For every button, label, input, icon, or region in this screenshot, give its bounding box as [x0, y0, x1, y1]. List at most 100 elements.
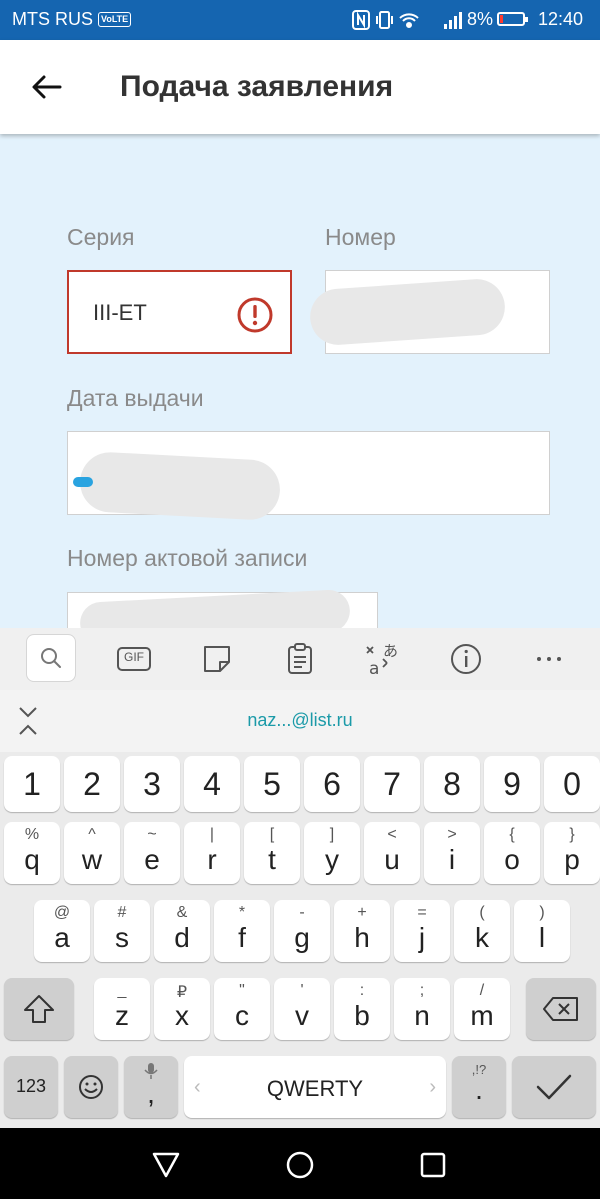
key-label: z [115, 1000, 129, 1031]
key-5[interactable]: 5 [244, 756, 300, 812]
key-n[interactable]: ; n [394, 978, 450, 1040]
key-p[interactable]: } p [544, 822, 600, 884]
key-2[interactable]: 2 [64, 756, 120, 812]
key-alt-label: ^ [88, 826, 96, 843]
key-z[interactable]: _ z [94, 978, 150, 1040]
back-nav-icon[interactable] [149, 1148, 183, 1182]
key-9[interactable]: 9 [484, 756, 540, 812]
key-alt-label: & [176, 904, 188, 921]
home-nav-icon[interactable] [283, 1148, 317, 1182]
key-k[interactable]: (k [454, 900, 510, 962]
key-y[interactable]: ] y [304, 822, 360, 884]
key-label: w [81, 844, 103, 875]
text-cursor-handle[interactable] [73, 477, 93, 487]
key-0[interactable]: 0 [544, 756, 600, 812]
redaction-scribble [78, 450, 282, 522]
key-alt-label: } [569, 826, 575, 843]
key-x[interactable]: ₽ x [154, 978, 210, 1040]
info-icon [451, 644, 481, 674]
key-label: c [235, 1000, 249, 1031]
key-m[interactable]: / m [454, 978, 510, 1040]
key-d[interactable]: & d [154, 900, 210, 962]
suggestion-strip: naz...@list.ru [0, 690, 600, 752]
key-7[interactable]: 7 [364, 756, 420, 812]
battery-percent: 8% [467, 9, 494, 29]
key-alt-label: @ [53, 904, 71, 921]
key-label: f [238, 922, 246, 953]
key-l[interactable]: ) l [514, 900, 570, 962]
key-label: , [147, 1078, 155, 1109]
key-label: 7 [383, 766, 401, 802]
clipboard-icon [288, 643, 312, 674]
key-label: 123 [15, 1076, 47, 1096]
key-a[interactable]: @ a [34, 900, 90, 962]
shift-key[interactable] [4, 978, 74, 1040]
key-alt-label: # [117, 904, 127, 921]
navigation-bar [0, 1128, 600, 1199]
key-g[interactable]: -g [274, 900, 330, 962]
period-key[interactable]: ,!?. [452, 1056, 506, 1118]
more-button[interactable] [524, 636, 574, 682]
key-e[interactable]: ~ e [124, 822, 180, 884]
key-b[interactable]: :b [334, 978, 390, 1040]
svg-text:あ: あ [383, 642, 398, 660]
gif-button[interactable]: GIF [109, 636, 159, 682]
signal-icon [444, 12, 462, 29]
key-alt-label: ~ [147, 826, 157, 843]
application-form: Серия III-ЕТ Номер Дата выдачи Номер акт… [0, 134, 600, 628]
emoji-key[interactable] [64, 1056, 118, 1118]
key-h[interactable]: + h [334, 900, 390, 962]
enter-key[interactable] [512, 1056, 596, 1118]
key-4[interactable]: 4 [184, 756, 240, 812]
key-1[interactable]: 1 [4, 756, 60, 812]
key-label: t [268, 844, 276, 875]
search-icon [41, 648, 61, 668]
back-arrow-icon[interactable] [28, 68, 66, 106]
backspace-key[interactable] [526, 978, 596, 1040]
key-label: 6 [323, 766, 341, 802]
space-key[interactable]: QWERTY ‹ › [184, 1056, 446, 1118]
translate-button[interactable]: あa [358, 636, 408, 682]
key-label: 3 [143, 766, 161, 802]
key-w[interactable]: ^ w [64, 822, 120, 884]
series-field[interactable]: III-ЕТ [67, 270, 292, 354]
key-r[interactable]: | r [184, 822, 240, 884]
symbols-key[interactable]: 123 [4, 1056, 58, 1118]
key-alt-label: * [238, 904, 246, 921]
series-label: Серия [67, 224, 135, 250]
clipboard-button[interactable] [275, 636, 325, 682]
carrier-name: MTS RUS [12, 9, 93, 29]
key-c[interactable]: " c [214, 978, 270, 1040]
email-suggestion[interactable]: naz...@list.ru [0, 710, 600, 731]
key-o[interactable]: {o [484, 822, 540, 884]
key-q[interactable]: % q [4, 822, 60, 884]
gif-label: GIF [124, 650, 144, 664]
issue-date-label: Дата выдачи [67, 385, 204, 411]
key-v[interactable]: ' v [274, 978, 330, 1040]
page-title: Подача заявления [120, 70, 394, 103]
key-label: x [175, 1000, 189, 1031]
key-u[interactable]: < u [364, 822, 420, 884]
series-value: III-ЕТ [93, 300, 147, 325]
key-i[interactable]: > i [424, 822, 480, 884]
key-3[interactable]: 3 [124, 756, 180, 812]
keyboard-search-button[interactable] [26, 634, 76, 682]
key-label: 0 [563, 766, 581, 802]
recents-nav-icon[interactable] [416, 1148, 450, 1182]
key-t[interactable]: [t [244, 822, 300, 884]
keyboard: GIF あa naz...@list.ru 1 2 3 4 5 6 7 8 9 0% q ^ w ~ e | r… [0, 628, 600, 1128]
key-alt-label: / [479, 982, 485, 999]
key-f[interactable]: * f [214, 900, 270, 962]
key-alt-label: = [417, 904, 427, 921]
sticker-button[interactable] [192, 636, 242, 682]
comma-key[interactable]: , [124, 1056, 178, 1118]
key-alt-label: { [509, 826, 515, 843]
key-s[interactable]: # s [94, 900, 150, 962]
key-label: r [207, 844, 217, 875]
info-button[interactable] [441, 636, 491, 682]
key-label: 9 [503, 766, 521, 802]
key-6[interactable]: 6 [304, 756, 360, 812]
key-8[interactable]: 8 [424, 756, 480, 812]
key-j[interactable]: = j [394, 900, 450, 962]
key-label: k [475, 922, 489, 953]
